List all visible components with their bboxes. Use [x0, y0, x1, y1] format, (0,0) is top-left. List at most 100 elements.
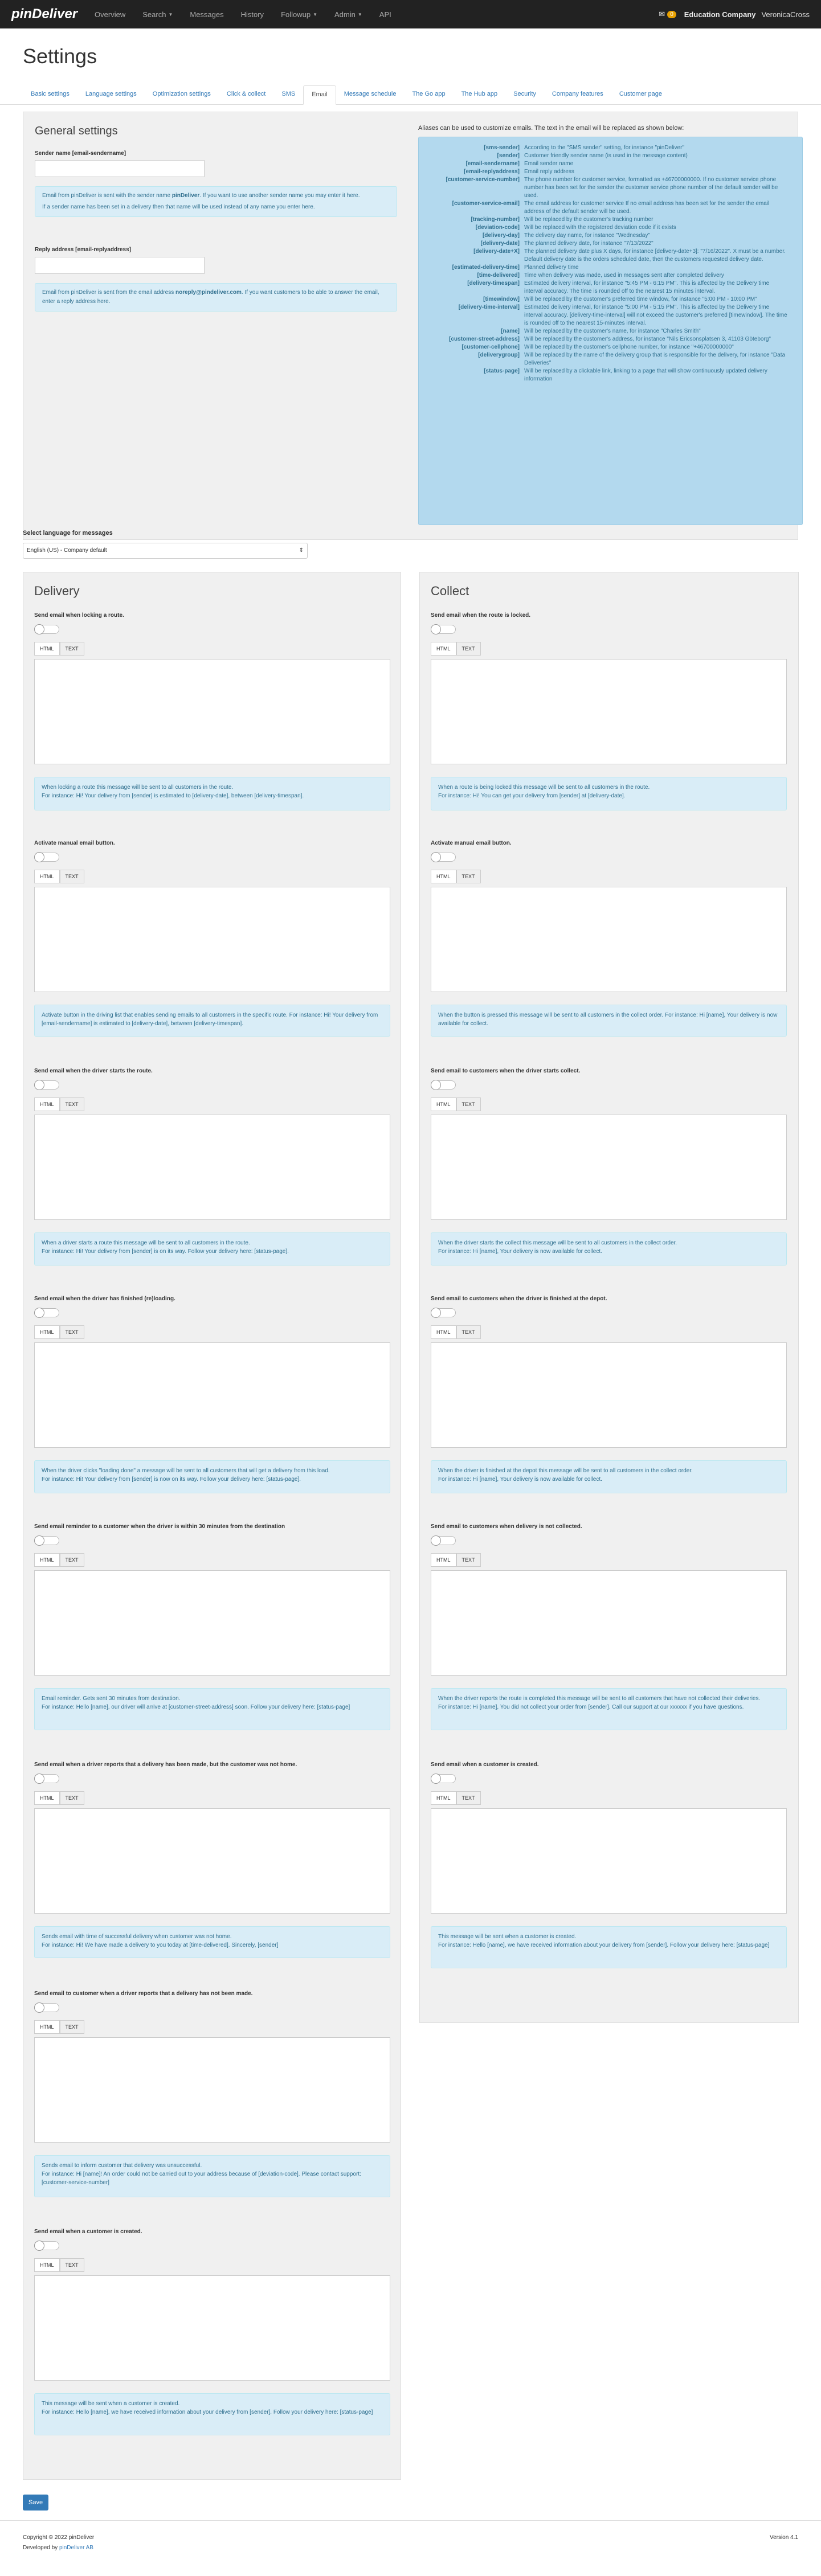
user-menu[interactable]: VeronicaCross — [761, 10, 810, 19]
enable-toggle[interactable] — [431, 1535, 456, 1546]
block-info: When the driver clicks "loading done" a … — [34, 1460, 390, 1493]
text-format-button[interactable]: TEXT — [456, 1553, 481, 1567]
message-textarea[interactable] — [34, 1570, 390, 1676]
enable-toggle[interactable] — [34, 1535, 59, 1546]
message-textarea[interactable] — [34, 887, 390, 992]
save-button[interactable]: Save — [23, 2495, 49, 2511]
collect-message-block: Send email when the route is locked. HTML… — [431, 612, 787, 810]
html-format-button[interactable]: HTML — [34, 1553, 60, 1567]
enable-toggle[interactable] — [431, 624, 456, 634]
html-format-button[interactable]: HTML — [34, 642, 60, 656]
message-textarea[interactable] — [431, 659, 787, 764]
message-textarea[interactable] — [431, 887, 787, 992]
tab-language-settings[interactable]: Language settings — [77, 85, 145, 105]
tab-sms[interactable]: SMS — [273, 85, 303, 105]
alias-row: [delivery-date] The planned delivery date… — [424, 240, 797, 248]
text-format-button[interactable]: TEXT — [59, 1791, 84, 1805]
message-textarea[interactable] — [34, 2037, 390, 2143]
message-textarea[interactable] — [34, 1808, 390, 1914]
html-format-button[interactable]: HTML — [34, 1097, 60, 1111]
html-format-button[interactable]: HTML — [431, 1553, 456, 1567]
nav-followup[interactable]: Followup ▼ — [281, 10, 317, 19]
enable-toggle[interactable] — [34, 852, 59, 862]
text-format-button[interactable]: TEXT — [456, 1791, 481, 1805]
enable-toggle[interactable] — [34, 1308, 59, 1318]
message-textarea[interactable] — [431, 1570, 787, 1676]
info-line: For instance: Hello [name], we have rece… — [42, 2409, 373, 2415]
nav-messages[interactable]: Messages — [190, 10, 223, 19]
nav-history[interactable]: History — [241, 10, 264, 19]
text-format-button[interactable]: TEXT — [59, 1097, 84, 1111]
html-format-button[interactable]: HTML — [431, 870, 456, 883]
enable-toggle[interactable] — [431, 852, 456, 862]
text-format-button[interactable]: TEXT — [59, 870, 84, 883]
sender-name-input[interactable] — [35, 160, 205, 177]
nav-admin[interactable]: Admin ▼ — [334, 10, 362, 19]
text-format-button[interactable]: TEXT — [59, 1553, 84, 1567]
enable-toggle[interactable] — [34, 2241, 59, 2251]
block-info: Email reminder. Gets sent 30 minutes fro… — [34, 1688, 390, 1730]
block-info: When the button is pressed this message … — [431, 1005, 787, 1037]
toggle-knob — [34, 624, 44, 634]
reply-address-input[interactable] — [35, 257, 205, 274]
alias-row: [customer-street-address] Will be replace… — [424, 335, 797, 343]
enable-toggle[interactable] — [34, 624, 59, 634]
tab-security[interactable]: Security — [505, 85, 544, 105]
message-textarea[interactable] — [431, 1115, 787, 1220]
info-line: For instance: Hi! We have made a deliver… — [42, 1942, 279, 1948]
nav-api[interactable]: API — [379, 10, 391, 19]
tab-message-schedule[interactable]: Message schedule — [336, 85, 405, 105]
message-textarea[interactable] — [34, 1115, 390, 1220]
tab-click-collect[interactable]: Click & collect — [219, 85, 273, 105]
message-textarea[interactable] — [34, 659, 390, 764]
html-format-button[interactable]: HTML — [431, 1097, 456, 1111]
enable-toggle[interactable] — [34, 2002, 59, 2013]
enable-toggle[interactable] — [34, 1774, 59, 1784]
message-textarea[interactable] — [34, 1342, 390, 1448]
html-format-button[interactable]: HTML — [431, 642, 456, 656]
message-textarea[interactable] — [431, 1808, 787, 1914]
toggle-knob — [34, 1080, 44, 1090]
info-line: For instance: Hello [name], we have rece… — [438, 1942, 770, 1948]
text-format-button[interactable]: TEXT — [456, 1325, 481, 1339]
collect-message-block: Send email when a customer is created. HT… — [431, 1762, 787, 1968]
html-format-button[interactable]: HTML — [431, 1791, 456, 1805]
enable-toggle[interactable] — [431, 1308, 456, 1318]
tab-the-hub-app[interactable]: The Hub app — [454, 85, 506, 105]
toggle-knob — [34, 852, 44, 862]
html-format-button[interactable]: HTML — [34, 1325, 60, 1339]
text-format-button[interactable]: TEXT — [59, 2020, 84, 2034]
html-format-button[interactable]: HTML — [431, 1325, 456, 1339]
tab-basic-settings[interactable]: Basic settings — [23, 85, 77, 105]
tab-company-features[interactable]: Company features — [544, 85, 611, 105]
enable-toggle[interactable] — [34, 1080, 59, 1090]
message-textarea[interactable] — [34, 2275, 390, 2381]
language-select[interactable]: English (US) - Company default ⇕ — [23, 543, 308, 559]
text-format-button[interactable]: TEXT — [59, 1325, 84, 1339]
html-format-button[interactable]: HTML — [34, 1791, 60, 1805]
envelope-icon[interactable]: ✉ — [659, 10, 665, 19]
message-textarea[interactable] — [431, 1342, 787, 1448]
tab-email[interactable]: Email — [303, 85, 336, 105]
block-title: Send email to customers when the driver … — [431, 1296, 607, 1302]
html-format-button[interactable]: HTML — [34, 2258, 60, 2272]
text-format-button[interactable]: TEXT — [456, 1097, 481, 1111]
brand-logo[interactable]: pinDeliver — [11, 6, 77, 22]
text-format-button[interactable]: TEXT — [456, 642, 481, 656]
nav-overview[interactable]: Overview — [95, 10, 125, 19]
text-format-button[interactable]: TEXT — [59, 2258, 84, 2272]
html-format-button[interactable]: HTML — [34, 2020, 60, 2034]
text-format-button[interactable]: TEXT — [456, 870, 481, 883]
developer-link[interactable]: pinDeliver AB — [59, 2545, 93, 2551]
tab-customer-page[interactable]: Customer page — [611, 85, 670, 105]
enable-toggle[interactable] — [431, 1080, 456, 1090]
toggle-knob — [431, 624, 441, 634]
alias-key: [timewindow] — [483, 296, 520, 302]
message-count-badge[interactable]: 0 — [667, 10, 676, 18]
enable-toggle[interactable] — [431, 1774, 456, 1784]
tab-optimization-settings[interactable]: Optimization settings — [145, 85, 219, 105]
tab-the-go-app[interactable]: The Go app — [404, 85, 453, 105]
html-format-button[interactable]: HTML — [34, 870, 60, 883]
nav-search[interactable]: Search ▼ — [142, 10, 173, 19]
text-format-button[interactable]: TEXT — [59, 642, 84, 656]
